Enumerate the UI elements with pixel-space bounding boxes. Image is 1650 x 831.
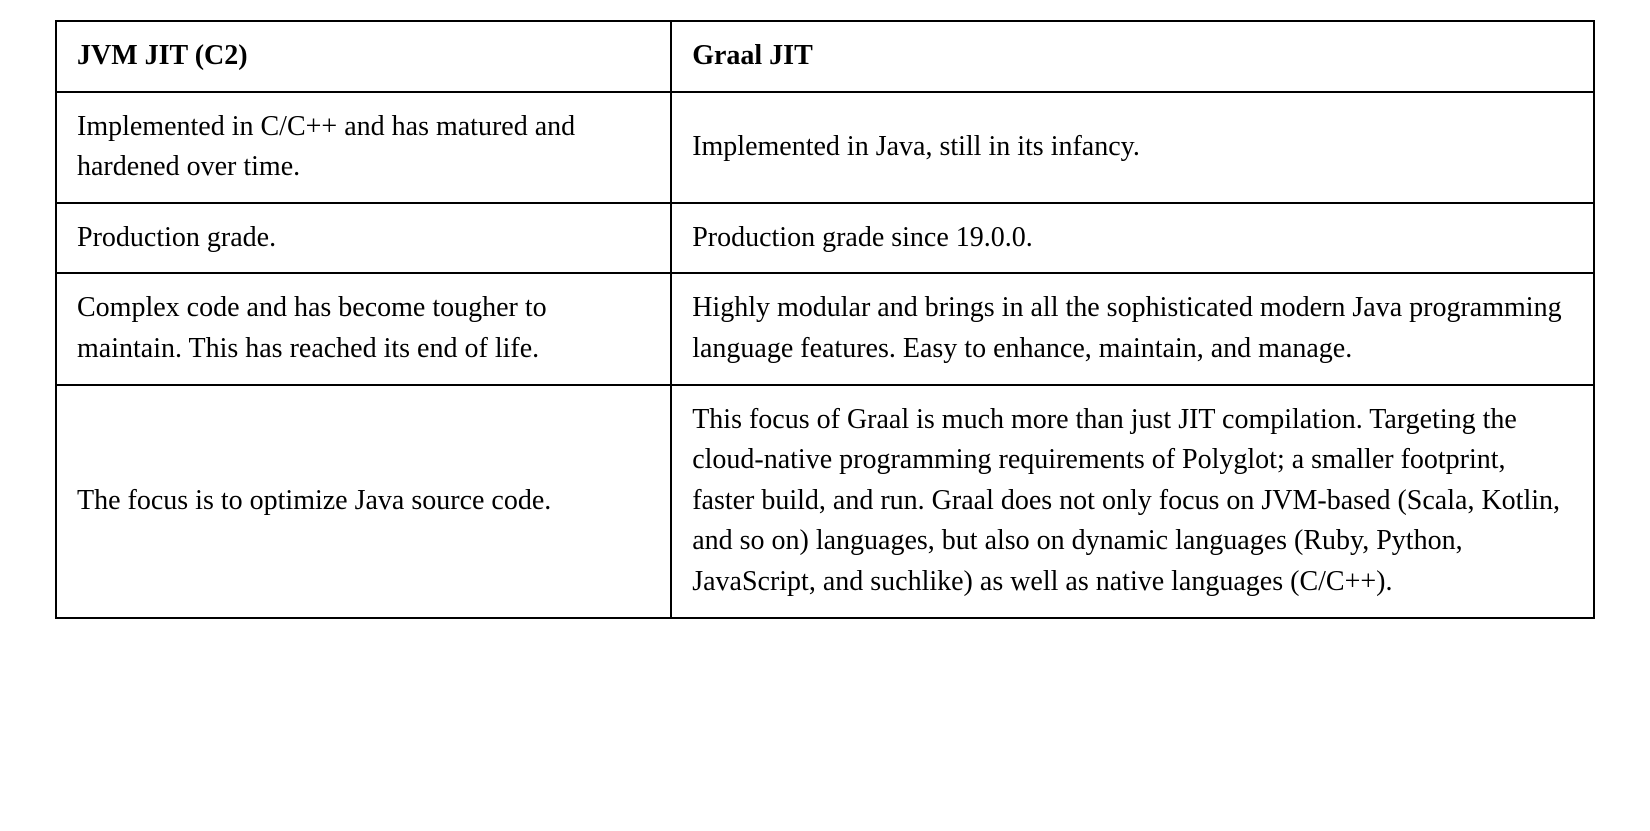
table-row: Implemented in C/C++ and has matured and… [56, 92, 1594, 203]
cell-graal: Implemented in Java, still in its infanc… [671, 92, 1594, 203]
table-row: The focus is to optimize Java source cod… [56, 385, 1594, 618]
cell-jvm: Production grade. [56, 203, 671, 274]
header-cell-graal: Graal JIT [671, 21, 1594, 92]
cell-jvm: The focus is to optimize Java source cod… [56, 385, 671, 618]
table-row: Production grade. Production grade since… [56, 203, 1594, 274]
cell-graal: Production grade since 19.0.0. [671, 203, 1594, 274]
cell-graal: This focus of Graal is much more than ju… [671, 385, 1594, 618]
table-row: Complex code and has become tougher to m… [56, 273, 1594, 384]
header-cell-jvm: JVM JIT (C2) [56, 21, 671, 92]
comparison-table: JVM JIT (C2) Graal JIT Implemented in C/… [55, 20, 1595, 619]
table-header-row: JVM JIT (C2) Graal JIT [56, 21, 1594, 92]
cell-jvm: Implemented in C/C++ and has matured and… [56, 92, 671, 203]
cell-jvm: Complex code and has become tougher to m… [56, 273, 671, 384]
cell-graal: Highly modular and brings in all the sop… [671, 273, 1594, 384]
